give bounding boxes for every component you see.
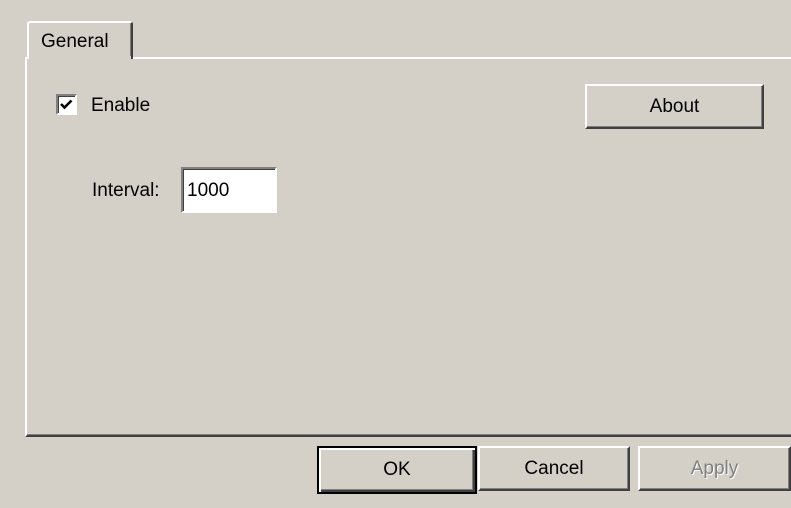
tab-label: General <box>41 31 109 52</box>
enable-checkbox[interactable] <box>56 94 77 115</box>
tab-general[interactable]: General <box>27 21 133 59</box>
cancel-button[interactable]: Cancel <box>478 446 630 491</box>
checkmark-icon <box>60 99 73 110</box>
ok-button[interactable]: OK <box>317 446 477 494</box>
interval-label: Interval: <box>92 180 160 201</box>
tab-joint <box>29 56 131 60</box>
about-button[interactable]: About <box>585 84 764 129</box>
enable-label[interactable]: Enable <box>91 95 150 117</box>
interval-input[interactable] <box>181 167 277 213</box>
apply-button[interactable]: Apply <box>638 446 791 491</box>
